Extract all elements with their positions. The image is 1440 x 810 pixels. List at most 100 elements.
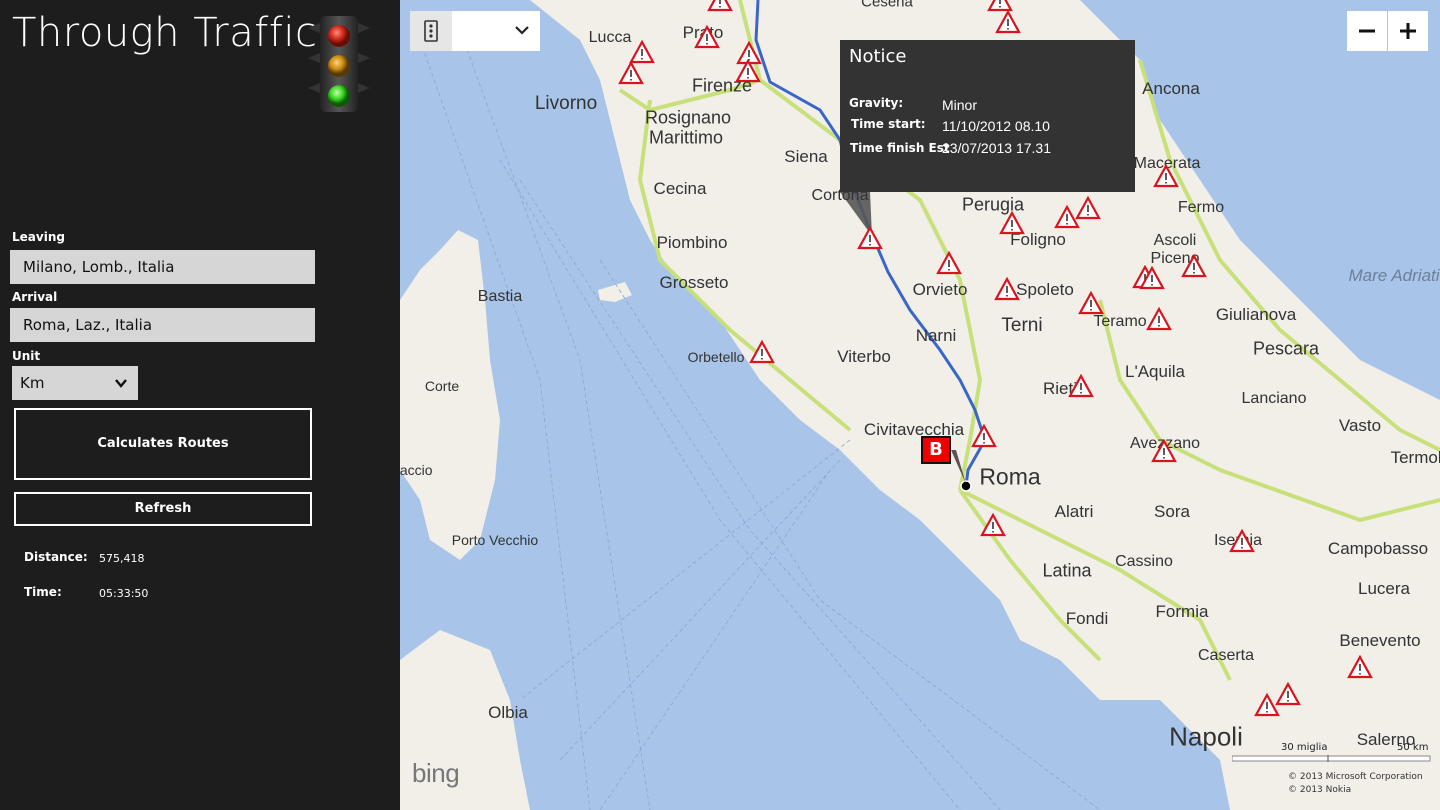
city-label: Sora xyxy=(1154,502,1190,521)
city-label: Terni xyxy=(1001,315,1043,336)
warning-icon[interactable] xyxy=(1075,196,1101,220)
scale-bar xyxy=(1232,755,1431,762)
zoom-out-button[interactable] xyxy=(1347,11,1387,51)
warning-icon[interactable] xyxy=(1229,529,1255,553)
city-label: Marittimo xyxy=(648,127,724,148)
city-label: Fondi xyxy=(1065,609,1109,628)
city-label: Rosignano xyxy=(644,107,732,128)
chevron-down-icon xyxy=(115,379,127,388)
warning-icon[interactable] xyxy=(999,211,1025,235)
warning-icon[interactable] xyxy=(1146,307,1172,331)
city-label: Latina xyxy=(1042,560,1092,581)
city-label: Bastia xyxy=(477,288,523,305)
warning-icon[interactable] xyxy=(618,61,644,85)
zoom-in-button[interactable] xyxy=(1388,11,1428,51)
warning-icon[interactable] xyxy=(1139,266,1165,290)
warning-icon[interactable] xyxy=(1151,439,1177,463)
refresh-button[interactable]: Refresh xyxy=(14,492,312,526)
city-label: Pescara xyxy=(1252,338,1320,359)
warning-icon[interactable] xyxy=(980,513,1006,537)
distance-label: Distance: xyxy=(24,550,88,564)
distance-value: 575,418 xyxy=(99,552,145,565)
warning-icon[interactable] xyxy=(749,340,775,364)
city-label: Siena xyxy=(784,147,828,166)
city-label: Cecina xyxy=(653,179,707,198)
notice-gravity-value: Minor xyxy=(942,97,978,113)
city-label: Ajaccio xyxy=(400,462,433,478)
leaving-input[interactable]: Milano, Lomb., Italia xyxy=(10,250,315,284)
scale-km: 50 km xyxy=(1397,742,1429,753)
city-label: L'Aquila xyxy=(1125,362,1185,381)
warning-icon[interactable] xyxy=(1181,254,1207,278)
calculate-routes-button[interactable]: Calculates Routes xyxy=(14,408,312,480)
traffic-light-icon xyxy=(308,16,370,112)
notice-start-label: Time start: xyxy=(851,117,926,131)
warning-icon[interactable] xyxy=(994,277,1020,301)
scale-miles: 30 miglia xyxy=(1281,742,1328,753)
city-label: Ancona xyxy=(1142,79,1200,98)
city-label: Campobasso xyxy=(1327,539,1429,558)
layer-button[interactable] xyxy=(410,11,452,51)
time-value: 05:33:50 xyxy=(99,587,149,600)
city-label: Fermo xyxy=(1177,199,1225,216)
warning-icon[interactable] xyxy=(1078,291,1104,315)
city-label: Corte xyxy=(424,378,460,394)
city-label: Cassino xyxy=(1115,553,1173,570)
arrival-input[interactable]: Roma, Laz., Italia xyxy=(10,308,315,342)
time-label: Time: xyxy=(24,585,62,599)
sidebar: Through Traffic Leaving Milano, Lomb., I… xyxy=(0,0,400,810)
map-style-dropdown[interactable] xyxy=(452,11,540,51)
city-label: Viterbo xyxy=(837,347,891,366)
city-label: Olbia xyxy=(488,703,528,722)
warning-icon[interactable] xyxy=(971,424,997,448)
unit-label: Unit xyxy=(12,349,41,363)
notice-start-value: 11/10/2012 08.10 xyxy=(942,118,1050,134)
city-label: Lanciano xyxy=(1241,390,1307,407)
arrival-label: Arrival xyxy=(12,290,58,304)
city-label: Giulianova xyxy=(1215,305,1297,324)
city-label: Alatri xyxy=(1054,502,1094,521)
notice-finish-label: Time finish Est xyxy=(850,141,950,155)
warning-icon[interactable] xyxy=(936,251,962,275)
city-label: Vasto xyxy=(1338,416,1382,435)
notice-gravity-label: Gravity: xyxy=(849,96,904,110)
city-label: Cesena xyxy=(861,0,913,11)
city-label: Caserta xyxy=(1197,647,1255,664)
city-label: Narni xyxy=(915,326,957,345)
city-label: Porto Vecchio xyxy=(451,532,539,548)
city-label: Napoli xyxy=(1169,721,1243,752)
destination-pin[interactable]: B xyxy=(921,436,951,464)
warning-icon[interactable] xyxy=(857,226,883,250)
city-label: Termoli xyxy=(1390,448,1440,467)
unit-select-value: Km xyxy=(20,374,45,392)
warning-icon[interactable] xyxy=(707,0,733,12)
warning-icon[interactable] xyxy=(1153,164,1179,188)
warning-icon[interactable] xyxy=(694,25,720,49)
notice-finish-value: 23/07/2013 17.31 xyxy=(942,140,1051,156)
notice-title: Notice xyxy=(849,46,907,67)
city-label: Livorno xyxy=(534,93,598,114)
plus-icon xyxy=(1400,23,1416,39)
city-label: Ascoli xyxy=(1153,232,1197,249)
warning-icon[interactable] xyxy=(1254,693,1280,717)
warning-icon[interactable] xyxy=(1068,374,1094,398)
notice-popup: Notice Gravity: Minor Time start: 11/10/… xyxy=(840,40,1135,192)
city-label: Teramo xyxy=(1093,313,1147,330)
city-label: Roma xyxy=(979,463,1041,490)
city-label: Lucera xyxy=(1358,579,1410,598)
sea-label: Mare Adriatico xyxy=(1348,266,1440,285)
city-label: Orbetello xyxy=(687,349,745,365)
warning-icon[interactable] xyxy=(1347,655,1373,679)
copyright-microsoft: © 2013 Microsoft Corporation xyxy=(1288,772,1423,782)
warning-icon[interactable] xyxy=(987,0,1013,12)
unit-select[interactable]: Km xyxy=(12,366,138,400)
city-label: Benevento xyxy=(1339,631,1421,650)
map-view[interactable]: Lucca Prato Firenze Livorno Rosignano Ma… xyxy=(400,0,1440,810)
warning-icon[interactable] xyxy=(995,10,1021,34)
app-title: Through Traffic xyxy=(12,10,318,56)
bing-logo: bing xyxy=(412,758,460,788)
warning-icon[interactable] xyxy=(735,59,761,83)
city-label: Orvieto xyxy=(912,280,968,299)
minus-icon xyxy=(1359,29,1375,33)
city-label: Grosseto xyxy=(659,273,729,292)
